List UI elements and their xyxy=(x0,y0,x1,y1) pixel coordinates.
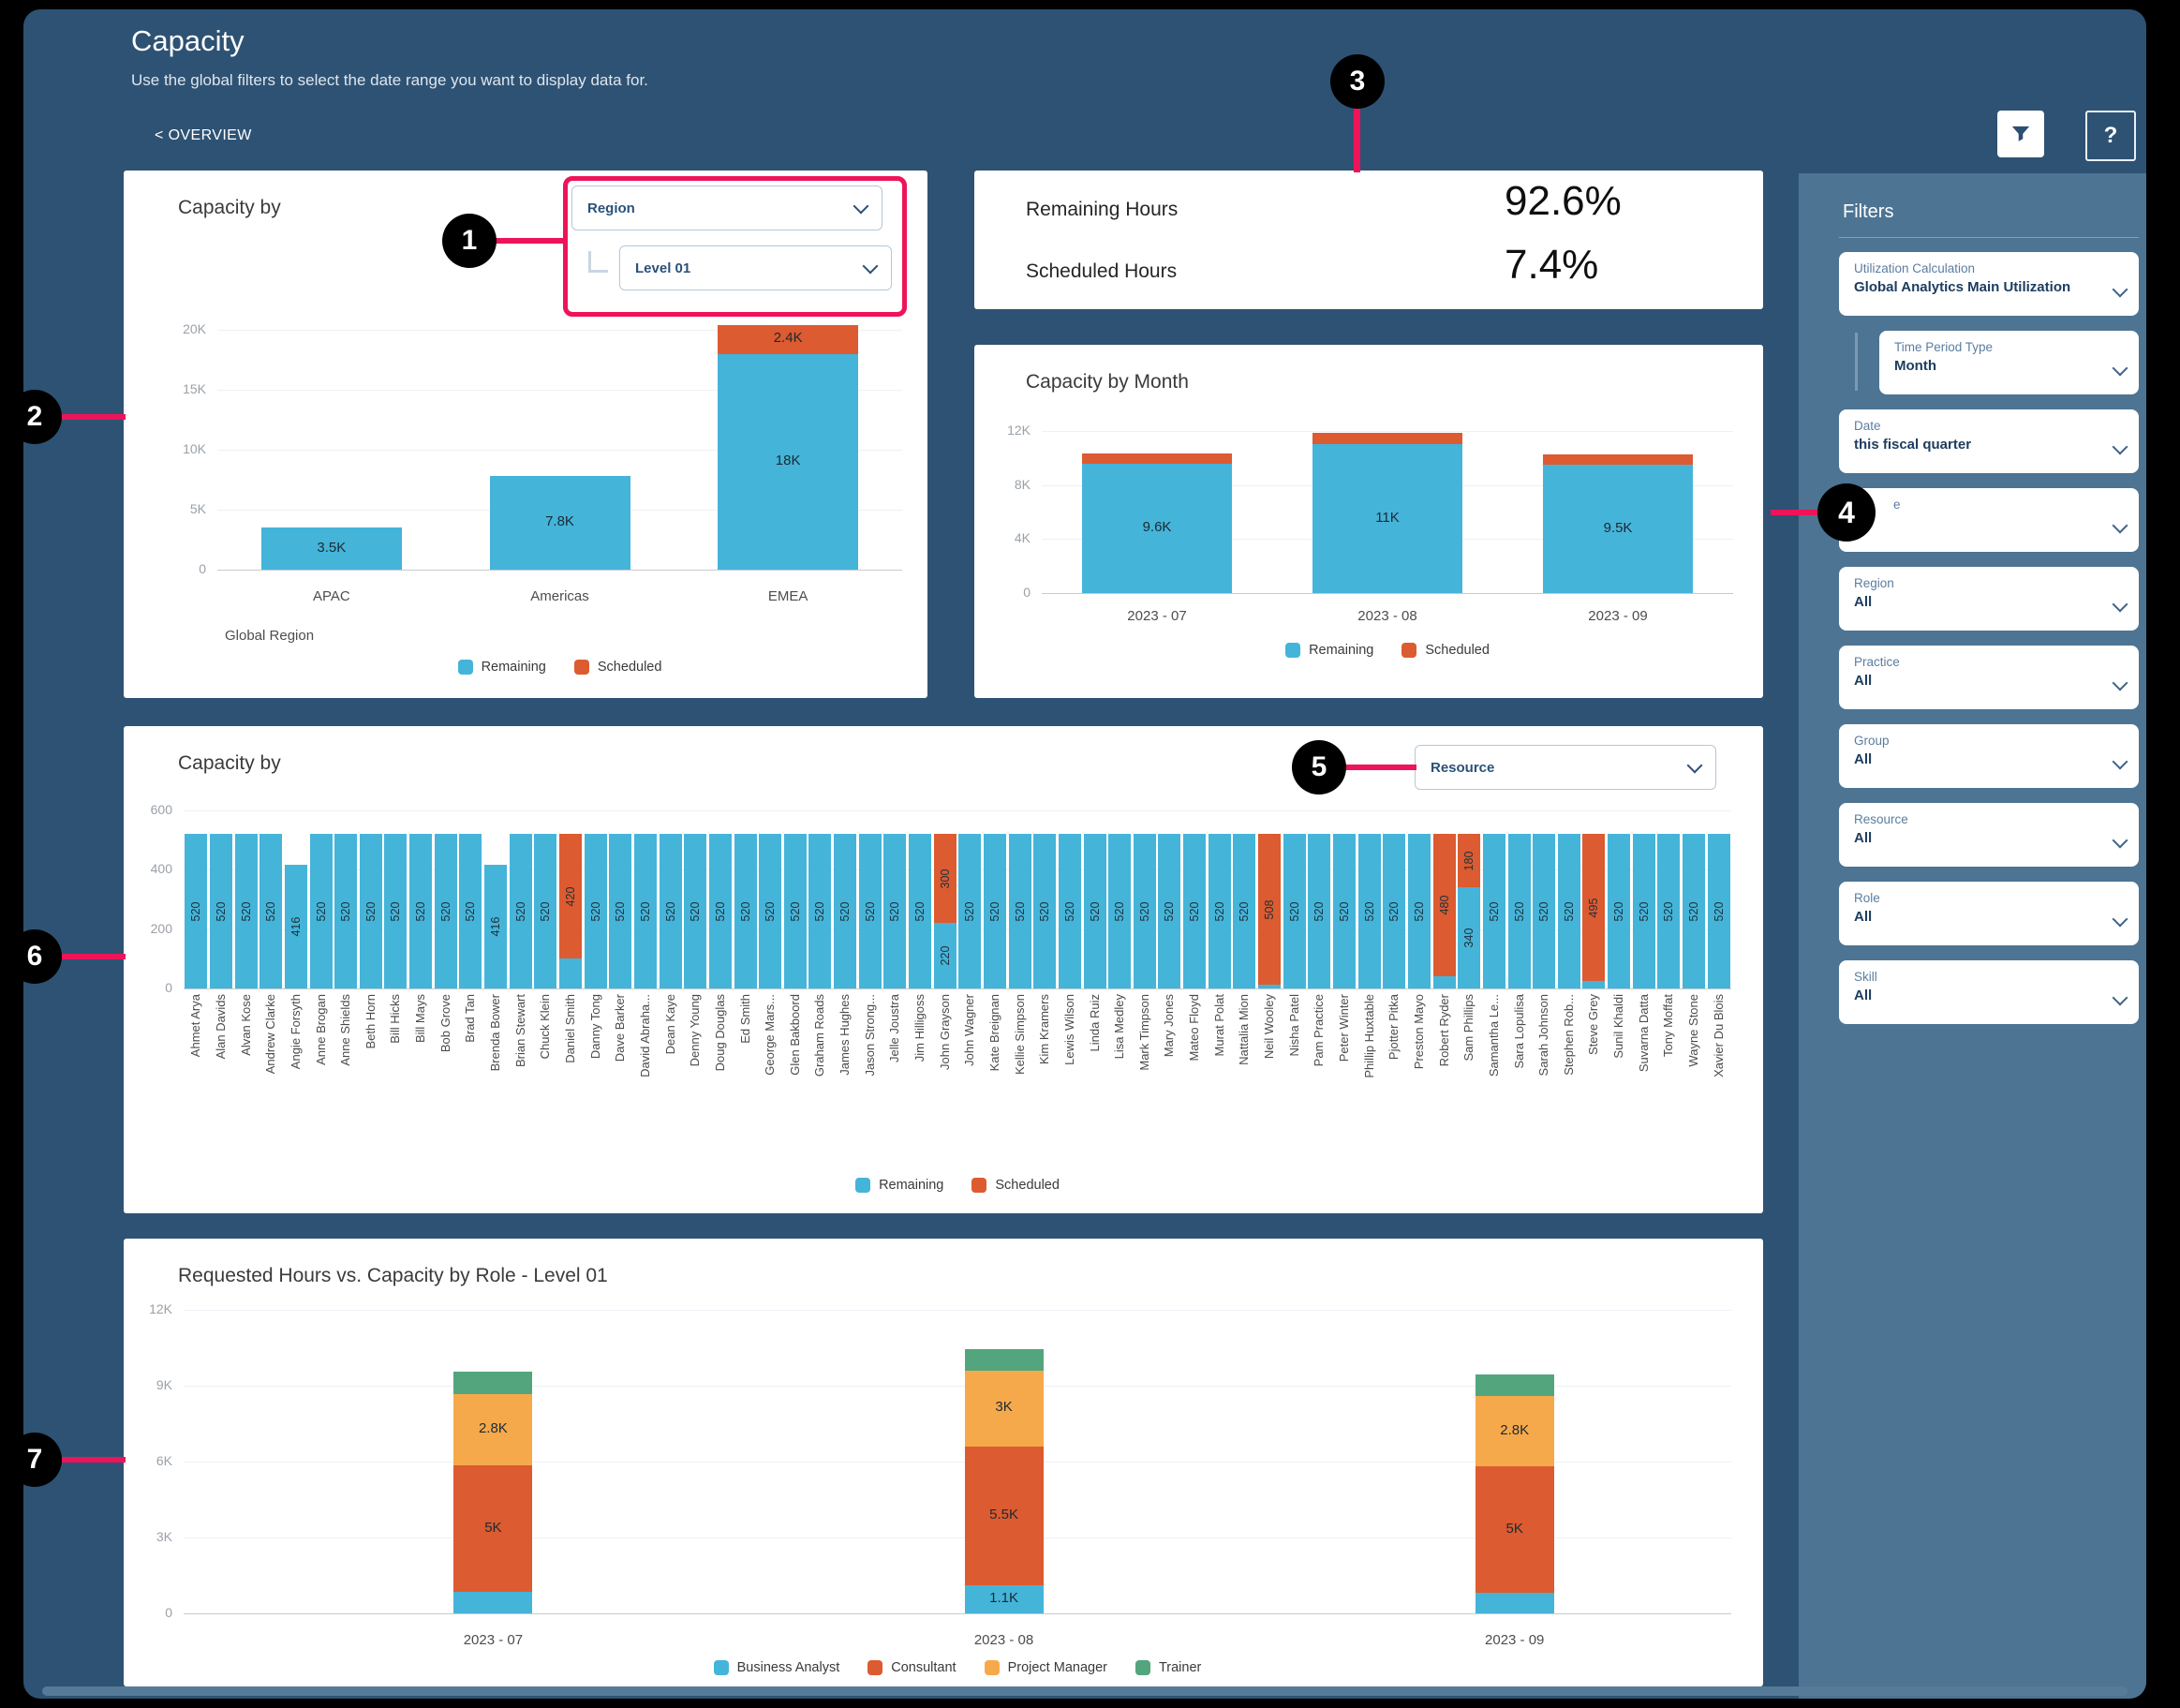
annotation-connector-line xyxy=(1354,107,1360,172)
annotation-badge-6: 6 xyxy=(7,929,62,984)
annotation-highlight-rect xyxy=(563,176,907,317)
annotation-connector-line xyxy=(1345,765,1416,770)
annotation-badge-1: 1 xyxy=(442,214,497,268)
annotation-badge-5: 5 xyxy=(1292,740,1346,795)
annotation-badge-2: 2 xyxy=(7,390,62,444)
annotation-badge-4: 4 xyxy=(1817,483,1876,542)
annotation-connector-line xyxy=(56,1457,126,1463)
annotation-connector-line xyxy=(496,238,565,244)
annotation-connector-line xyxy=(1771,510,1819,515)
annotation-connector-line xyxy=(56,414,126,420)
annotation-badge-3: 3 xyxy=(1330,54,1385,109)
callout-annotations: 1 2 3 4 5 6 7 xyxy=(0,0,2180,1708)
annotation-badge-7: 7 xyxy=(7,1433,62,1487)
annotation-connector-line xyxy=(56,954,126,959)
